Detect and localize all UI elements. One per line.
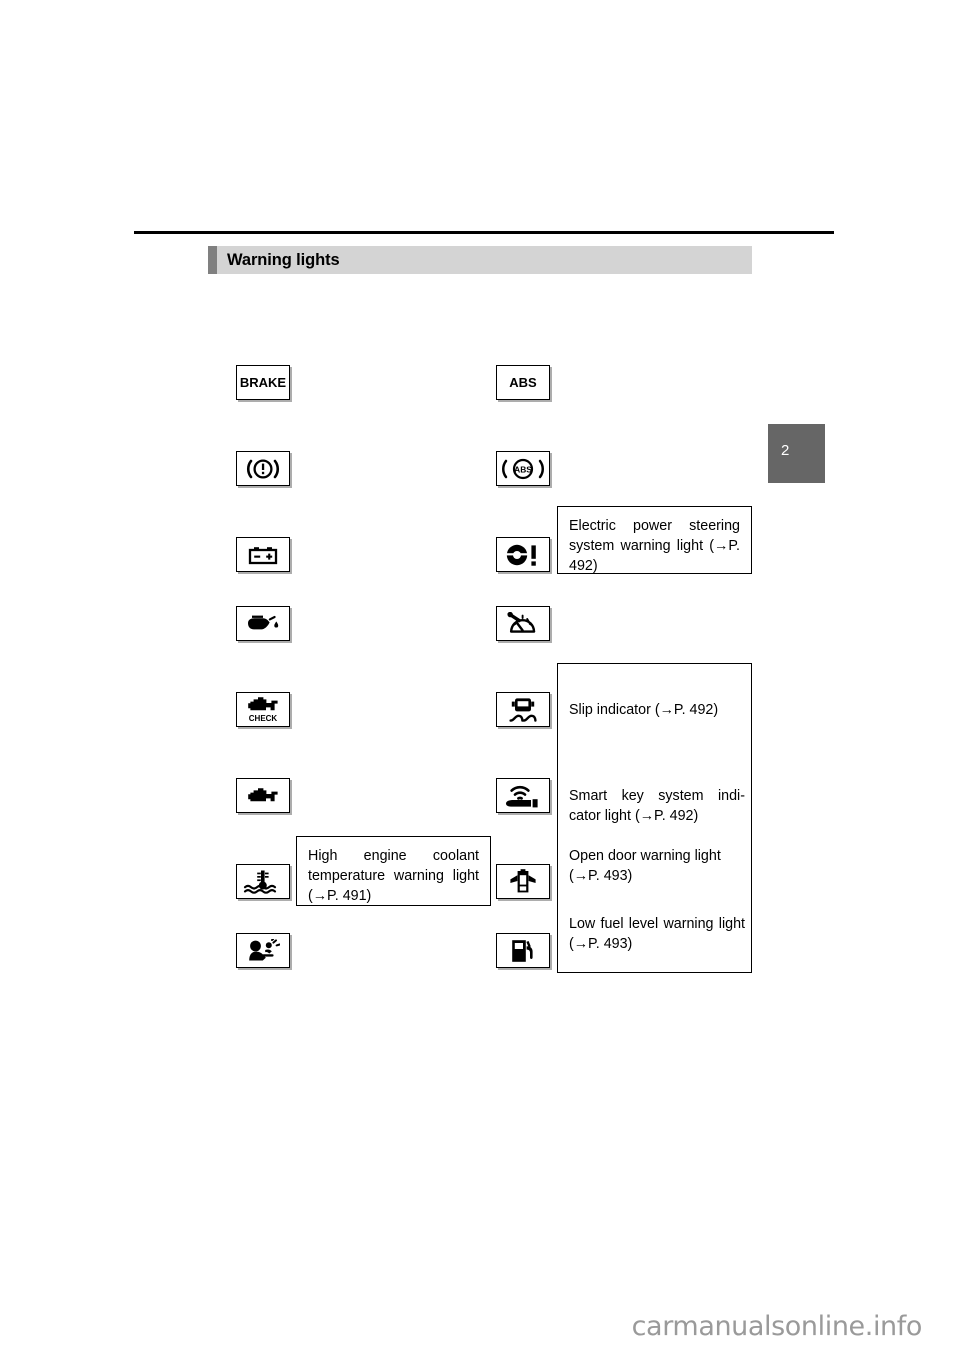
section-header-tab bbox=[208, 246, 217, 274]
open-door-icon bbox=[496, 864, 550, 899]
caption-coolant-text: High engine coolant temperature warning … bbox=[308, 848, 479, 904]
engine-oil-pressure-icon bbox=[236, 606, 290, 641]
caption-engine-coolant: High engine coolant temperature warning … bbox=[296, 836, 491, 906]
check-engine-icon: CHECK bbox=[236, 692, 290, 727]
malfunction-indicator-icon bbox=[236, 778, 290, 813]
smart-key-icon bbox=[496, 778, 550, 813]
check-engine-label: CHECK bbox=[248, 714, 278, 723]
abs-icon-label: ABS bbox=[509, 375, 537, 390]
brake-icon-label: BRAKE bbox=[239, 375, 287, 390]
caption-right-group-panel: Slip indicator (→P. 492) Smart key syste… bbox=[557, 663, 752, 973]
page-title: Warning lights bbox=[227, 250, 340, 269]
site-watermark: carmanualsonline.info bbox=[631, 1311, 923, 1342]
caption-smart-key-text: Smart key system indi-cator light (→P. 4… bbox=[569, 788, 745, 824]
brake-system-icon bbox=[236, 451, 290, 486]
slip-indicator-icon bbox=[496, 692, 550, 727]
manual-page: Warning lights 2 BRAKE CHECK ABS ABS Ele… bbox=[0, 0, 960, 1358]
svg-text:ABS: ABS bbox=[514, 464, 532, 474]
abs-ring-icon: ABS bbox=[496, 451, 550, 486]
caption-electric-power-steering: Electric power steering system warning l… bbox=[557, 506, 752, 574]
caption-low-fuel-text: Low fuel level warning light (→P. 493) bbox=[569, 916, 745, 952]
engine-coolant-temp-icon bbox=[236, 864, 290, 899]
brake-text-icon: BRAKE bbox=[236, 365, 290, 400]
section-header: Warning lights bbox=[208, 246, 752, 274]
srs-airbag-icon bbox=[236, 933, 290, 968]
abs-text-icon: ABS bbox=[496, 365, 550, 400]
electric-power-steering-icon bbox=[496, 537, 550, 572]
cruise-cancel-icon bbox=[496, 606, 550, 641]
caption-eps-text: Electric power steering system warning l… bbox=[569, 518, 740, 574]
chapter-number: 2 bbox=[781, 442, 790, 459]
caption-slip-text: Slip indicator (→P. 492) bbox=[569, 702, 719, 718]
battery-charge-icon bbox=[236, 537, 290, 572]
header-divider-rule bbox=[134, 231, 834, 234]
section-header-bar: Warning lights bbox=[217, 246, 752, 274]
low-fuel-icon bbox=[496, 933, 550, 968]
chapter-tab: 2 bbox=[768, 424, 825, 483]
caption-open-door-text: Open door warning light (→P. 493) bbox=[569, 848, 721, 884]
